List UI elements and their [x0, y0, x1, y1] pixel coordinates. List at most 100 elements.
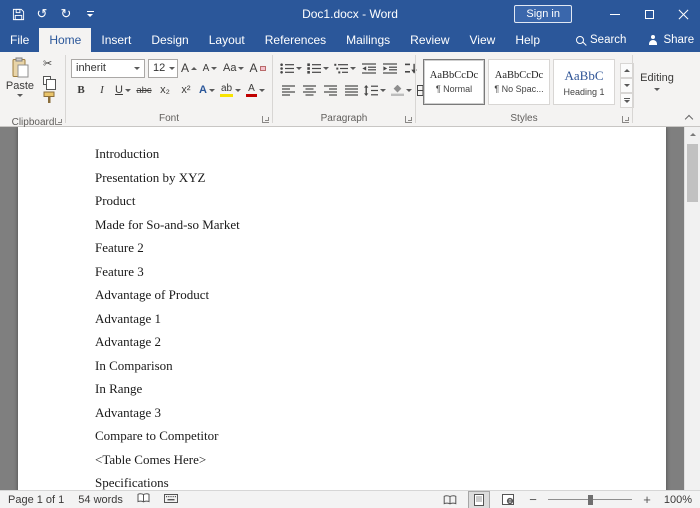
keyboard-button[interactable] [163, 493, 178, 506]
minimize-button[interactable] [598, 0, 632, 28]
collapse-ribbon-button[interactable] [685, 114, 692, 121]
scrollbar-thumb[interactable] [687, 144, 698, 202]
strikethrough-button[interactable]: abc [134, 80, 154, 100]
underline-button[interactable]: U [113, 80, 133, 100]
document-line[interactable]: Compare to Competitor [95, 429, 626, 443]
redo-icon: ↻ [60, 6, 72, 21]
grow-font-button[interactable]: A [179, 58, 199, 78]
zoom-level[interactable]: 100% [662, 494, 692, 506]
cut-button[interactable]: ✂ [41, 55, 61, 72]
font-name-select[interactable]: inherit [71, 58, 145, 78]
quick-access-toolbar: ↺ ↻ [0, 0, 102, 28]
page-indicator[interactable]: Page 1 of 1 [8, 494, 64, 506]
group-divider [272, 55, 273, 123]
shading-button[interactable] [389, 80, 414, 100]
document-line[interactable]: Introduction [95, 147, 626, 161]
document-line[interactable]: Specifications [95, 476, 626, 490]
align-left-button[interactable] [278, 80, 298, 100]
paragraph-dialog-launcher[interactable] [405, 116, 412, 123]
zoom-slider-thumb[interactable] [587, 494, 593, 505]
maximize-button[interactable] [632, 0, 666, 28]
multilevel-list-button[interactable] [332, 58, 358, 78]
editing-group-button[interactable]: Editing [634, 52, 680, 110]
shrink-font-button[interactable]: A [200, 58, 220, 78]
subscript-button[interactable]: x₂ [155, 80, 175, 100]
word-count[interactable]: 54 words [78, 494, 123, 506]
search-icon [576, 36, 584, 44]
proofing-icon [137, 493, 150, 503]
document-line[interactable]: Product [95, 194, 626, 208]
decrease-indent-button[interactable] [359, 58, 379, 78]
font-dialog-launcher[interactable] [262, 116, 269, 123]
document-line[interactable]: Advantage 1 [95, 311, 626, 326]
font-color-button[interactable]: A [244, 80, 267, 100]
tab-references[interactable]: References [255, 28, 336, 52]
document-line[interactable]: In Range [95, 382, 626, 396]
document-line[interactable]: Feature 3 [95, 264, 626, 279]
vertical-scrollbar[interactable] [684, 127, 700, 490]
document-line[interactable]: Made for So-and-so Market [95, 217, 626, 232]
superscript-button[interactable]: x² [176, 80, 196, 100]
sign-in-button[interactable]: Sign in [514, 5, 572, 23]
proofing-button[interactable] [137, 493, 150, 506]
style-preview: AaBbC [564, 67, 604, 83]
change-case-button[interactable]: Aa [221, 58, 246, 78]
justify-button[interactable] [341, 80, 361, 100]
customize-quick-access-toolbar-button[interactable] [78, 0, 102, 28]
document-line[interactable]: <Table Comes Here> [95, 452, 626, 467]
align-center-button[interactable] [299, 80, 319, 100]
print-layout-button[interactable] [468, 490, 490, 508]
document-line[interactable]: Advantage 3 [95, 405, 626, 420]
tab-home[interactable]: Home [39, 28, 92, 52]
style-no-spacing[interactable]: AaBbCcDc ¶ No Spac... [488, 59, 550, 105]
styles-dialog-launcher[interactable] [622, 116, 629, 123]
tab-insert[interactable]: Insert [91, 28, 141, 52]
format-painter-button[interactable] [41, 89, 61, 106]
share-button[interactable]: Share [636, 28, 700, 52]
copy-icon [43, 76, 56, 90]
web-layout-button[interactable] [498, 492, 518, 508]
zoom-in-button[interactable]: + [641, 492, 653, 507]
bullets-button[interactable] [278, 58, 304, 78]
increase-indent-button[interactable] [380, 58, 400, 78]
zoom-out-button[interactable]: − [527, 492, 539, 507]
document-line[interactable]: In Comparison [95, 358, 626, 373]
document-line[interactable]: Advantage of Product [95, 288, 626, 302]
tab-view[interactable]: View [460, 28, 506, 52]
scroll-up-button[interactable] [685, 127, 700, 142]
tab-help[interactable]: Help [505, 28, 550, 52]
tab-design[interactable]: Design [141, 28, 198, 52]
tab-file[interactable]: File [0, 28, 39, 52]
search-button[interactable]: Search [566, 28, 636, 52]
font-size-select[interactable]: 12 [148, 58, 178, 78]
numbering-button[interactable] [305, 58, 331, 78]
close-button[interactable] [666, 0, 700, 28]
tab-layout[interactable]: Layout [199, 28, 255, 52]
align-right-button[interactable] [320, 80, 340, 100]
document-line[interactable]: Advantage 2 [95, 335, 626, 349]
eraser-icon [259, 65, 266, 71]
italic-button[interactable]: I [92, 80, 112, 100]
style-normal[interactable]: AaBbCcDc ¶ Normal [423, 59, 485, 105]
text-effects-button[interactable]: A [197, 80, 217, 100]
read-mode-button[interactable] [440, 492, 460, 508]
document-line[interactable]: Presentation by XYZ [95, 170, 626, 185]
zoom-slider[interactable] [548, 494, 632, 506]
clipboard-dialog-launcher[interactable] [55, 118, 62, 125]
style-heading-1[interactable]: AaBbC Heading 1 [553, 59, 615, 105]
document-page[interactable]: Introduction Presentation by XYZ Product… [18, 127, 666, 490]
paste-button[interactable]: Paste [2, 55, 38, 117]
tab-mailings[interactable]: Mailings [336, 28, 400, 52]
tab-review[interactable]: Review [400, 28, 459, 52]
copy-button[interactable] [41, 72, 61, 90]
document-line[interactable]: Feature 2 [95, 241, 626, 255]
chevron-down-icon [296, 66, 302, 70]
clear-formatting-button[interactable]: A [247, 58, 267, 78]
line-spacing-button[interactable] [362, 80, 388, 100]
save-button[interactable] [6, 0, 30, 28]
share-icon [648, 35, 658, 45]
redo-button[interactable]: ↻ [54, 0, 78, 28]
undo-button[interactable]: ↺ [30, 0, 54, 28]
bold-button[interactable]: B [71, 80, 91, 100]
text-highlight-color-button[interactable]: ab [218, 80, 243, 100]
